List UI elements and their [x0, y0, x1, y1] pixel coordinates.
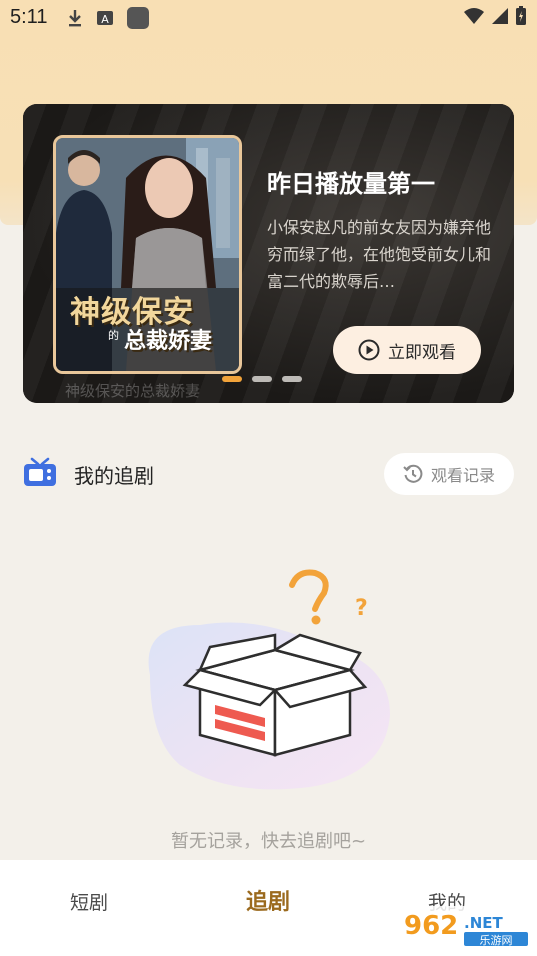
empty-state-message: 暂无记录，快去追剧吧~	[170, 831, 367, 852]
status-notifications: A	[66, 6, 150, 30]
watch-history-label: 观看记录	[430, 466, 495, 485]
svg-text:?: ?	[355, 596, 368, 621]
carousel-dot[interactable]	[282, 376, 302, 382]
watermark-graphic: 962 .NET 乐游网	[398, 906, 532, 948]
watermark-suffix: .NET	[464, 914, 503, 932]
watch-now-button[interactable]: 立即观看	[333, 326, 481, 374]
nav-tab-following[interactable]: 追剧	[208, 884, 328, 916]
app-a-icon: A	[97, 11, 113, 26]
carousel-dot[interactable]	[252, 376, 272, 382]
carousel-indicator	[222, 376, 302, 382]
poster-title-small: 的	[108, 329, 119, 342]
section-title: 我的追剧	[74, 464, 154, 488]
site-watermark-logo: 962 .NET 乐游网	[398, 904, 532, 950]
watermark-brand: 乐游网	[480, 934, 513, 947]
watermark-number: 962	[404, 911, 458, 941]
featured-banner[interactable]: 神级保安 的 总裁娇妻 昨日播放量第一 小保安赵凡的前女友因为嫌弃他穷而绿了他，…	[23, 104, 514, 403]
signal-icon	[492, 8, 508, 24]
wifi-icon	[464, 8, 484, 24]
poster-title: 神级保安 的 总裁娇妻	[64, 287, 231, 357]
empty-box-illustration: ?	[140, 565, 400, 795]
carousel-dot[interactable]	[222, 376, 242, 382]
nav-tab-short-drama[interactable]: 短剧	[29, 888, 149, 915]
banner-heading: 昨日播放量第一	[267, 170, 435, 198]
watch-history-button[interactable]: 观看记录	[384, 453, 514, 495]
banner-description: 小保安赵凡的前女友因为嫌弃他穷而绿了他，在他饱受前女儿和富二代的欺辱后…	[267, 218, 492, 291]
status-bar: 5:11 A	[0, 0, 537, 36]
poster-title-bottom: 总裁娇妻	[124, 328, 213, 354]
empty-box-icon: ?	[148, 569, 390, 790]
history-icon	[403, 464, 423, 483]
status-system	[463, 6, 527, 26]
banner-faded-caption: 神级保安的总裁娇妻	[65, 382, 201, 400]
tv-icon	[24, 457, 56, 486]
status-time: 5:11	[10, 6, 48, 28]
my-dramas-header: 我的追剧 观看记录	[23, 452, 514, 496]
app-square-icon	[127, 7, 149, 29]
download-icon	[69, 10, 81, 27]
watch-now-label: 立即观看	[388, 342, 456, 363]
drama-poster[interactable]: 神级保安 的 总裁娇妻	[53, 135, 242, 374]
play-circle-icon	[358, 339, 380, 361]
battery-icon	[516, 6, 526, 25]
svg-text:A: A	[101, 13, 109, 26]
